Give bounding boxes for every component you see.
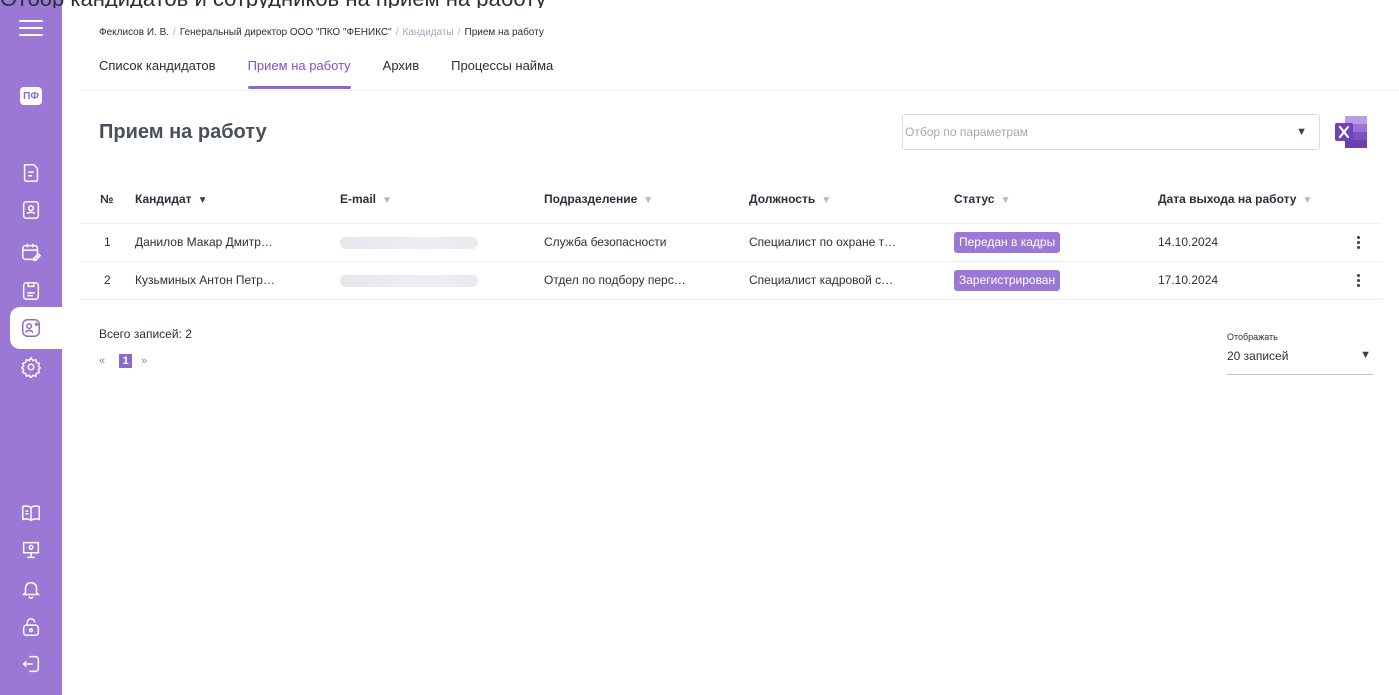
row-menu-icon[interactable] [1353, 270, 1363, 290]
excel-export-icon[interactable] [1333, 114, 1369, 150]
breadcrumb-org[interactable]: Генеральный директор ООО "ПКО "ФЕНИКС" [180, 27, 392, 38]
cell-department: Служба безопасности [544, 235, 667, 249]
header-status-label: Статус [954, 192, 995, 206]
cell-email-redacted [340, 237, 478, 249]
header-status[interactable]: Статус ▼ [954, 192, 1010, 206]
clipboard-icon[interactable] [19, 279, 43, 303]
cell-position: Специалист кадровой с… [749, 273, 894, 287]
row-menu-icon[interactable] [1353, 232, 1363, 252]
cell-start-date: 14.10.2024 [1158, 235, 1219, 249]
top-cropped-text: Отбор кандидатов и сотрудников на прием … [0, 0, 700, 8]
book-icon[interactable] [19, 501, 43, 525]
table-row[interactable]: 2 Кузьминых Антон Петр… Отдел по подбору… [80, 262, 1382, 300]
lock-open-icon[interactable] [19, 615, 43, 639]
candidates-table: № Кандидат ▼ E-mail ▼ Подразделение ▼ Должн… [80, 182, 1382, 300]
sort-arrow-icon[interactable]: ▼ [1000, 195, 1010, 206]
caret-down-icon[interactable]: ▼ [1360, 349, 1371, 361]
tab-hiring[interactable]: Прием на работу [247, 58, 351, 91]
header-candidate-label: Кандидат [135, 192, 192, 206]
sort-arrow-icon[interactable]: ▼ [821, 195, 831, 206]
cell-num: 1 [104, 235, 111, 249]
filter-select[interactable]: ▼ [902, 114, 1320, 150]
header-start-date-label: Дата выхода на работу [1158, 192, 1297, 206]
filter-input[interactable] [903, 115, 1283, 149]
table-row[interactable]: 1 Данилов Макар Дмитр… Служба безопаснос… [80, 224, 1382, 262]
tab-hiring-processes[interactable]: Процессы найма [451, 58, 553, 91]
menu-icon[interactable] [19, 20, 43, 38]
breadcrumb: Феклисов И. В. / Генеральный директор ООО … [99, 27, 544, 38]
cell-num: 2 [104, 273, 111, 287]
header-email[interactable]: E-mail ▼ [340, 192, 392, 206]
document-icon[interactable] [19, 161, 43, 185]
perpage-select[interactable]: 20 записей ▼ [1227, 345, 1373, 375]
avatar[interactable]: ПФ [20, 87, 42, 105]
breadcrumb-candidates[interactable]: Кандидаты [402, 27, 453, 38]
page-title: Прием на работу [99, 121, 267, 143]
tab-bar: Список кандидатов Прием на работу Архив … [99, 58, 585, 91]
sort-arrow-icon[interactable]: ▼ [382, 195, 392, 206]
perpage-value: 20 записей [1227, 349, 1289, 363]
header-email-label: E-mail [340, 192, 377, 206]
sort-arrow-icon[interactable]: ▼ [643, 195, 653, 206]
cell-candidate[interactable]: Данилов Макар Дмитр… [135, 235, 273, 249]
caret-down-icon[interactable]: ▼ [1296, 126, 1307, 138]
pager-next[interactable]: » [141, 355, 147, 367]
sort-arrow-icon[interactable]: ▼ [198, 195, 208, 206]
user-badge-icon[interactable] [19, 198, 43, 222]
tab-candidates-list[interactable]: Список кандидатов [99, 58, 216, 91]
cell-position: Специалист по охране т… [749, 235, 897, 249]
pager-prev[interactable]: « [99, 355, 105, 367]
perpage-label: Отображать [1227, 332, 1278, 342]
calendar-edit-icon[interactable] [19, 240, 43, 264]
cell-department: Отдел по подбору перс… [544, 273, 686, 287]
cell-start-date: 17.10.2024 [1158, 273, 1219, 287]
tabs-divider [80, 90, 1399, 91]
presentation-icon[interactable] [19, 538, 43, 562]
sidebar: ПФ [0, 0, 62, 695]
header-department-label: Подразделение [544, 192, 638, 206]
table-header: № Кандидат ▼ E-mail ▼ Подразделение ▼ Должн… [80, 182, 1382, 224]
status-badge: Передан в кадры [954, 232, 1061, 253]
header-num: № [100, 192, 113, 206]
pagination: « 1 » [99, 354, 147, 368]
breadcrumb-separator: / [395, 27, 399, 38]
header-position-label: Должность [749, 192, 816, 206]
cell-candidate[interactable]: Кузьминых Антон Петр… [135, 273, 275, 287]
breadcrumb-user[interactable]: Феклисов И. В. [99, 27, 169, 38]
total-records: Всего записей: 2 [99, 327, 192, 341]
header-start-date[interactable]: Дата выхода на работу ▼ [1158, 192, 1312, 206]
pager-page-current[interactable]: 1 [119, 354, 133, 368]
sort-arrow-icon[interactable]: ▼ [1302, 195, 1312, 206]
cell-email-redacted [340, 275, 478, 287]
breadcrumb-current: Прием на работу [464, 27, 544, 38]
status-badge: Зарегистрирован [954, 270, 1061, 291]
user-add-icon[interactable] [19, 316, 43, 340]
header-position[interactable]: Должность ▼ [749, 192, 831, 206]
breadcrumb-separator: / [457, 27, 461, 38]
header-num-label: № [100, 192, 114, 206]
gear-icon[interactable] [19, 355, 43, 379]
bell-icon[interactable] [19, 577, 43, 601]
tab-archive[interactable]: Архив [383, 58, 419, 91]
header-candidate[interactable]: Кандидат ▼ [135, 192, 207, 206]
breadcrumb-separator: / [173, 27, 176, 38]
logout-icon[interactable] [19, 652, 43, 676]
header-department[interactable]: Подразделение ▼ [544, 192, 653, 206]
